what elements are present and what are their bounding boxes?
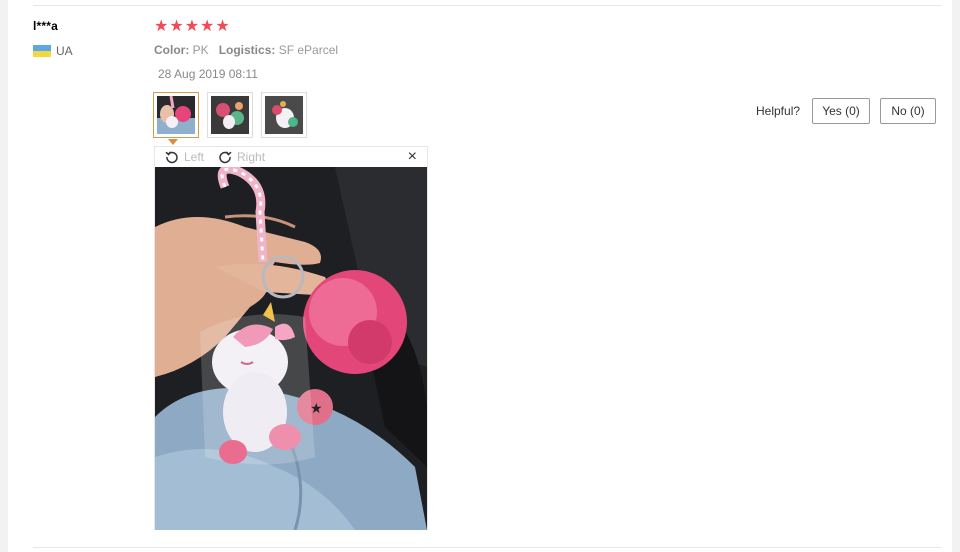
star-icon: ★ <box>169 18 184 35</box>
order-info: Color: PK Logistics: SF eParcel <box>154 43 338 57</box>
review-photo: ★ <box>155 167 427 530</box>
photo-viewer: Left Right × ★ <box>154 146 428 530</box>
review-card: l***a UA ★ ★ ★ ★ ★ Color: PK Logistics: S… <box>8 0 952 552</box>
active-thumbnail-pointer <box>168 139 178 145</box>
thumbnail-image <box>157 96 195 134</box>
logistics-label: Logistics: <box>218 43 276 57</box>
star-icon: ★ <box>184 18 200 35</box>
photo-thumbnails <box>153 92 307 138</box>
star-rating: ★ ★ ★ ★ ★ <box>154 19 230 35</box>
rotate-left-button[interactable]: Left <box>165 150 204 164</box>
thumbnail-image <box>211 96 249 134</box>
rotate-right-label: Right <box>237 150 266 164</box>
country-code: UA <box>56 44 73 58</box>
helpful-yes-button[interactable]: Yes (0) <box>812 98 870 124</box>
review-date: 28 Aug 2019 08:11 <box>158 67 258 81</box>
reviewer-name: l***a <box>33 19 59 33</box>
thumbnail-3[interactable] <box>261 92 307 138</box>
rotate-right-icon <box>219 151 232 164</box>
reviewer-country: UA <box>33 44 73 58</box>
thumbnail-2[interactable] <box>207 92 253 138</box>
color-label: Color: <box>154 43 190 57</box>
star-icon: ★ <box>215 18 230 35</box>
rotate-right-button[interactable]: Right <box>218 150 265 164</box>
color-value: PK <box>192 43 209 57</box>
rotate-left-icon <box>165 151 178 164</box>
helpful-no-button[interactable]: No (0) <box>880 98 936 124</box>
divider-bottom <box>33 547 941 548</box>
close-icon[interactable]: × <box>408 148 417 166</box>
divider-top <box>33 5 941 6</box>
viewer-toolbar: Left Right × <box>155 147 427 167</box>
thumbnail-image <box>265 96 303 134</box>
logistics-value: SF eParcel <box>278 43 339 57</box>
helpful-label: Helpful? <box>756 104 801 118</box>
star-icon: ★ <box>200 18 215 35</box>
rotate-left-label: Left <box>184 150 205 164</box>
star-icon: ★ <box>154 18 169 35</box>
ukraine-flag-icon <box>33 45 51 57</box>
thumbnail-1[interactable] <box>153 92 199 138</box>
